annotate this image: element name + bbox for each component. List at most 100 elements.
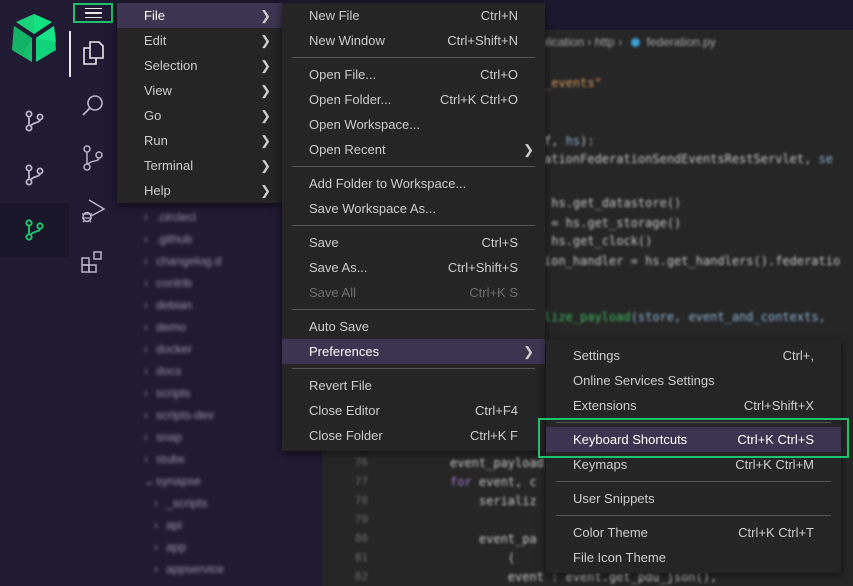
- chevron-right-icon: ›: [144, 408, 148, 422]
- menu-file[interactable]: File ❯: [117, 3, 282, 28]
- chevron-right-icon: ❯: [260, 183, 271, 198]
- pref-menu-color-theme[interactable]: Color Theme Ctrl+K Ctrl+T: [546, 520, 841, 545]
- menu-item-label: Open Workspace...: [309, 117, 421, 132]
- tree-item-changelog-d[interactable]: › changelog.d: [144, 254, 221, 268]
- pref-menu-extensions[interactable]: Extensions Ctrl+Shift+X: [546, 393, 841, 418]
- file-menu-open-folder[interactable]: Open Folder... Ctrl+K Ctrl+O: [282, 87, 545, 112]
- menu-view[interactable]: View ❯: [117, 78, 282, 103]
- chevron-right-icon: ›: [154, 496, 158, 510]
- tree-item-api[interactable]: › api: [154, 518, 182, 532]
- file-menu-close-editor[interactable]: Close Editor Ctrl+F4: [282, 398, 545, 423]
- menu-item-shortcut: Ctrl+Shift+X: [743, 398, 814, 413]
- activity-run-debug[interactable]: [69, 186, 116, 234]
- hamburger-menu-button[interactable]: [73, 3, 113, 23]
- pref-menu-file-icon-theme[interactable]: File Icon Theme: [546, 545, 841, 570]
- breadcrumb-separator: ›: [618, 35, 626, 49]
- menu-item-shortcut: Ctrl+K Ctrl+T: [738, 525, 814, 540]
- rail-item-repo-2[interactable]: [0, 148, 69, 202]
- file-menu-new-file[interactable]: New File Ctrl+N: [282, 3, 545, 28]
- file-menu-close-folder[interactable]: Close Folder Ctrl+K F: [282, 423, 545, 448]
- code-token: = hs.get_storage(): [544, 216, 682, 230]
- file-menu-revert-file[interactable]: Revert File: [282, 373, 545, 398]
- breadcrumb-segment[interactable]: http: [595, 35, 615, 49]
- code-line: event_pa: [450, 532, 537, 546]
- menu-selection[interactable]: Selection ❯: [117, 53, 282, 78]
- file-menu-preferences[interactable]: Preferences ❯: [282, 339, 545, 364]
- menu-item-label: Save As...: [309, 260, 368, 275]
- menu-item-label: Revert File: [309, 378, 372, 393]
- file-menu-auto-save[interactable]: Auto Save: [282, 314, 545, 339]
- line-number: 81: [354, 551, 368, 564]
- menu-separator: [292, 368, 535, 369]
- tree-item-github[interactable]: › .github: [144, 232, 192, 246]
- pref-menu-settings[interactable]: Settings Ctrl+,: [546, 343, 841, 368]
- pref-menu-online-services-settings[interactable]: Online Services Settings: [546, 368, 841, 393]
- file-menu-save-workspace-as[interactable]: Save Workspace As...: [282, 196, 545, 221]
- activity-search[interactable]: [69, 81, 116, 129]
- rail-item-repo-3-active[interactable]: [0, 203, 69, 257]
- file-menu-open-recent[interactable]: Open Recent ❯: [282, 137, 545, 162]
- file-menu-open-workspace[interactable]: Open Workspace...: [282, 112, 545, 137]
- menu-separator: [292, 166, 535, 167]
- tree-item-scripts[interactable]: › scripts: [144, 386, 191, 400]
- tree-item-scripts[interactable]: › _scripts: [154, 496, 207, 510]
- chevron-right-icon: ❯: [260, 33, 271, 48]
- menu-label: Help: [144, 183, 171, 198]
- tree-item-demo[interactable]: › demo: [144, 320, 186, 334]
- menu-separator: [556, 481, 831, 482]
- code-line: lize_payload(store, event_and_contexts,: [544, 310, 833, 324]
- tree-item-scripts-dev[interactable]: › scripts-dev: [144, 408, 214, 422]
- tree-item-debian[interactable]: › debian: [144, 298, 192, 312]
- code-token: ):: [580, 134, 595, 148]
- chevron-right-icon: ›: [144, 452, 148, 466]
- menu-item-label: User Snippets: [573, 491, 655, 506]
- tree-item-docker[interactable]: › docker: [144, 342, 192, 356]
- pref-menu-keyboard-shortcuts[interactable]: Keyboard Shortcuts Ctrl+K Ctrl+S: [546, 427, 841, 452]
- menu-item-label: Open File...: [309, 67, 377, 82]
- search-icon: [81, 95, 103, 116]
- menu-help[interactable]: Help ❯: [117, 178, 282, 203]
- activity-source-control[interactable]: [69, 134, 116, 182]
- tree-item-circleci[interactable]: › .circleci: [144, 210, 196, 224]
- tree-item-label: snap: [156, 430, 183, 444]
- line-number: 82: [354, 570, 368, 583]
- python-file-icon: [631, 38, 641, 48]
- menu-separator: [292, 309, 535, 310]
- activity-extensions[interactable]: [69, 238, 116, 286]
- activity-explorer[interactable]: [69, 29, 116, 77]
- tree-item-contrib[interactable]: › contrib: [144, 276, 192, 290]
- rail-item-repo-1[interactable]: [0, 94, 69, 148]
- menu-go[interactable]: Go ❯: [117, 103, 282, 128]
- menu-label: Terminal: [144, 158, 194, 173]
- menu-terminal[interactable]: Terminal ❯: [117, 153, 282, 178]
- pref-menu-user-snippets[interactable]: User Snippets: [546, 486, 841, 511]
- code-keyword: for: [450, 475, 472, 489]
- file-menu-open-file[interactable]: Open File... Ctrl+O: [282, 62, 545, 87]
- run-debug-icon: [81, 199, 106, 223]
- menu-edit[interactable]: Edit ❯: [117, 28, 282, 53]
- tree-item-synapse[interactable]: ⌄ synapse: [144, 474, 201, 488]
- tree-item-docs[interactable]: › docs: [144, 364, 181, 378]
- chevron-right-icon: ›: [144, 254, 148, 268]
- tree-item-snap[interactable]: › snap: [144, 430, 182, 444]
- file-menu-save-as[interactable]: Save As... Ctrl+Shift+S: [282, 255, 545, 280]
- menu-item-shortcut: Ctrl+K Ctrl+M: [735, 457, 814, 472]
- file-menu-save[interactable]: Save Ctrl+S: [282, 230, 545, 255]
- tree-item-stubs[interactable]: › stubs: [144, 452, 185, 466]
- code-token: ationFederationSendEventsRestServlet,: [544, 152, 819, 166]
- code-token: event_pa: [450, 532, 537, 546]
- menu-run[interactable]: Run ❯: [117, 128, 282, 153]
- line-number: 79: [354, 513, 368, 526]
- file-menu-add-folder-to-workspace[interactable]: Add Folder to Workspace...: [282, 171, 545, 196]
- hamburger-menu-icon: [84, 7, 102, 10]
- tree-item-appservice[interactable]: › appservice: [154, 562, 224, 576]
- tree-item-app[interactable]: › app: [154, 540, 186, 554]
- chevron-right-icon: ❯: [523, 142, 534, 157]
- breadcrumb-segment[interactable]: plication: [540, 35, 584, 49]
- pref-menu-keymaps[interactable]: Keymaps Ctrl+K Ctrl+M: [546, 452, 841, 477]
- tree-item-label: app: [166, 540, 187, 554]
- menu-item-label: Save: [309, 235, 339, 250]
- file-menu-new-window[interactable]: New Window Ctrl+Shift+N: [282, 28, 545, 53]
- code-token: f,: [544, 134, 566, 148]
- breadcrumb-file[interactable]: federation.py: [646, 35, 715, 49]
